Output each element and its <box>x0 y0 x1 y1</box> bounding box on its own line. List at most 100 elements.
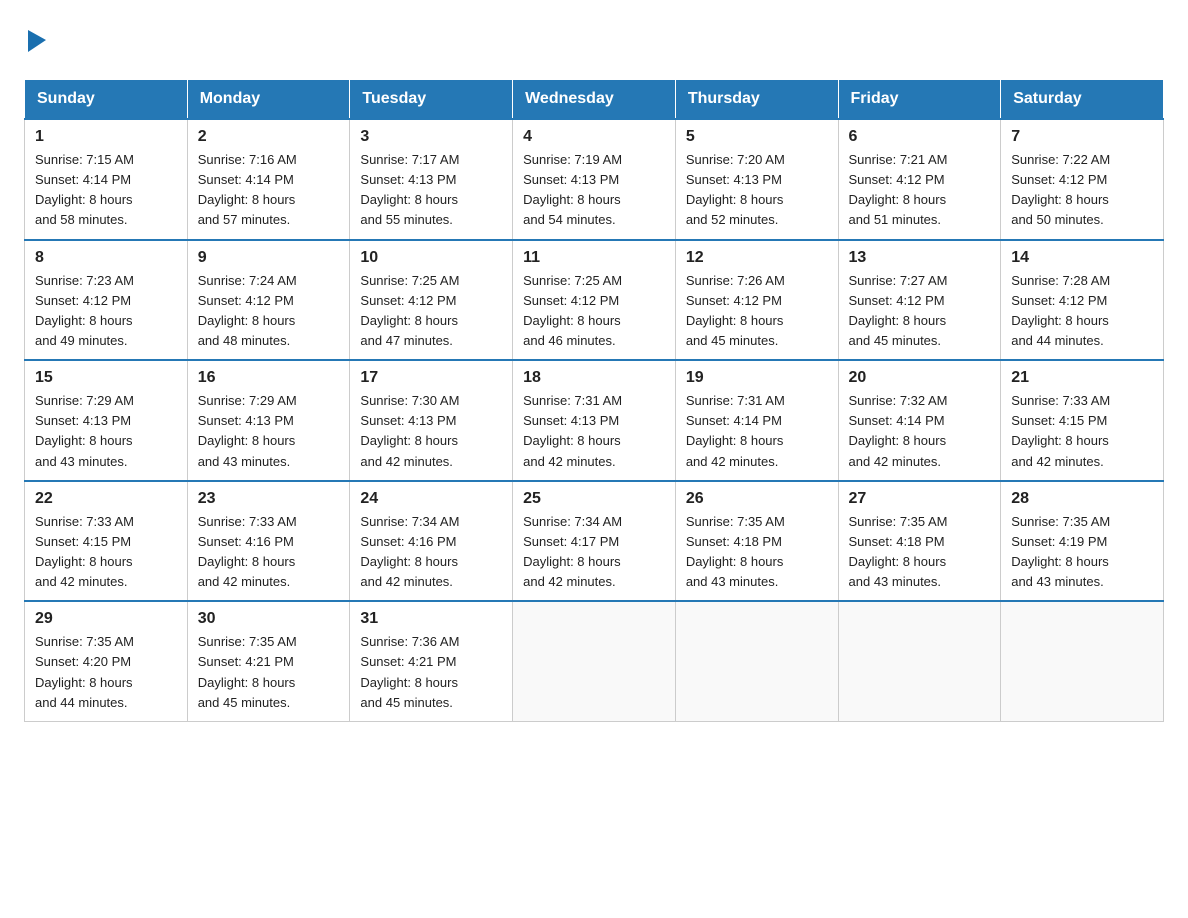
day-info: Sunrise: 7:33 AMSunset: 4:16 PMDaylight:… <box>198 512 340 593</box>
day-number: 24 <box>360 490 502 508</box>
calendar-table: SundayMondayTuesdayWednesdayThursdayFrid… <box>24 79 1164 722</box>
day-info: Sunrise: 7:25 AMSunset: 4:12 PMDaylight:… <box>360 271 502 352</box>
col-header-thursday: Thursday <box>675 80 838 120</box>
col-header-saturday: Saturday <box>1001 80 1164 120</box>
day-info: Sunrise: 7:31 AMSunset: 4:13 PMDaylight:… <box>523 391 665 472</box>
calendar-cell: 24 Sunrise: 7:34 AMSunset: 4:16 PMDaylig… <box>350 481 513 602</box>
col-header-tuesday: Tuesday <box>350 80 513 120</box>
day-info: Sunrise: 7:17 AMSunset: 4:13 PMDaylight:… <box>360 150 502 231</box>
calendar-cell: 13 Sunrise: 7:27 AMSunset: 4:12 PMDaylig… <box>838 240 1001 361</box>
calendar-cell <box>838 601 1001 721</box>
day-number: 25 <box>523 490 665 508</box>
calendar-cell: 21 Sunrise: 7:33 AMSunset: 4:15 PMDaylig… <box>1001 360 1164 481</box>
calendar-cell: 5 Sunrise: 7:20 AMSunset: 4:13 PMDayligh… <box>675 119 838 240</box>
day-number: 6 <box>849 128 991 146</box>
calendar-header-row: SundayMondayTuesdayWednesdayThursdayFrid… <box>25 80 1164 120</box>
day-info: Sunrise: 7:31 AMSunset: 4:14 PMDaylight:… <box>686 391 828 472</box>
day-info: Sunrise: 7:26 AMSunset: 4:12 PMDaylight:… <box>686 271 828 352</box>
calendar-week-row: 22 Sunrise: 7:33 AMSunset: 4:15 PMDaylig… <box>25 481 1164 602</box>
day-info: Sunrise: 7:36 AMSunset: 4:21 PMDaylight:… <box>360 632 502 713</box>
calendar-week-row: 15 Sunrise: 7:29 AMSunset: 4:13 PMDaylig… <box>25 360 1164 481</box>
calendar-cell: 29 Sunrise: 7:35 AMSunset: 4:20 PMDaylig… <box>25 601 188 721</box>
calendar-cell: 11 Sunrise: 7:25 AMSunset: 4:12 PMDaylig… <box>513 240 676 361</box>
day-info: Sunrise: 7:35 AMSunset: 4:18 PMDaylight:… <box>686 512 828 593</box>
day-info: Sunrise: 7:34 AMSunset: 4:16 PMDaylight:… <box>360 512 502 593</box>
calendar-cell: 28 Sunrise: 7:35 AMSunset: 4:19 PMDaylig… <box>1001 481 1164 602</box>
col-header-wednesday: Wednesday <box>513 80 676 120</box>
day-number: 31 <box>360 610 502 628</box>
day-info: Sunrise: 7:35 AMSunset: 4:19 PMDaylight:… <box>1011 512 1153 593</box>
day-number: 23 <box>198 490 340 508</box>
calendar-cell: 19 Sunrise: 7:31 AMSunset: 4:14 PMDaylig… <box>675 360 838 481</box>
col-header-monday: Monday <box>187 80 350 120</box>
col-header-sunday: Sunday <box>25 80 188 120</box>
calendar-cell: 26 Sunrise: 7:35 AMSunset: 4:18 PMDaylig… <box>675 481 838 602</box>
day-number: 13 <box>849 249 991 267</box>
day-number: 14 <box>1011 249 1153 267</box>
calendar-cell: 1 Sunrise: 7:15 AMSunset: 4:14 PMDayligh… <box>25 119 188 240</box>
calendar-cell: 20 Sunrise: 7:32 AMSunset: 4:14 PMDaylig… <box>838 360 1001 481</box>
day-info: Sunrise: 7:27 AMSunset: 4:12 PMDaylight:… <box>849 271 991 352</box>
day-number: 26 <box>686 490 828 508</box>
day-number: 3 <box>360 128 502 146</box>
logo <box>24 24 48 59</box>
day-info: Sunrise: 7:16 AMSunset: 4:14 PMDaylight:… <box>198 150 340 231</box>
calendar-cell: 23 Sunrise: 7:33 AMSunset: 4:16 PMDaylig… <box>187 481 350 602</box>
page-header <box>24 24 1164 59</box>
calendar-cell: 25 Sunrise: 7:34 AMSunset: 4:17 PMDaylig… <box>513 481 676 602</box>
day-info: Sunrise: 7:34 AMSunset: 4:17 PMDaylight:… <box>523 512 665 593</box>
day-info: Sunrise: 7:29 AMSunset: 4:13 PMDaylight:… <box>35 391 177 472</box>
day-info: Sunrise: 7:35 AMSunset: 4:20 PMDaylight:… <box>35 632 177 713</box>
day-number: 10 <box>360 249 502 267</box>
calendar-cell: 17 Sunrise: 7:30 AMSunset: 4:13 PMDaylig… <box>350 360 513 481</box>
calendar-cell <box>1001 601 1164 721</box>
calendar-cell: 2 Sunrise: 7:16 AMSunset: 4:14 PMDayligh… <box>187 119 350 240</box>
day-number: 16 <box>198 369 340 387</box>
calendar-cell: 12 Sunrise: 7:26 AMSunset: 4:12 PMDaylig… <box>675 240 838 361</box>
calendar-week-row: 29 Sunrise: 7:35 AMSunset: 4:20 PMDaylig… <box>25 601 1164 721</box>
calendar-cell: 9 Sunrise: 7:24 AMSunset: 4:12 PMDayligh… <box>187 240 350 361</box>
calendar-cell <box>513 601 676 721</box>
calendar-cell: 4 Sunrise: 7:19 AMSunset: 4:13 PMDayligh… <box>513 119 676 240</box>
day-number: 30 <box>198 610 340 628</box>
day-info: Sunrise: 7:24 AMSunset: 4:12 PMDaylight:… <box>198 271 340 352</box>
calendar-cell: 27 Sunrise: 7:35 AMSunset: 4:18 PMDaylig… <box>838 481 1001 602</box>
day-number: 11 <box>523 249 665 267</box>
day-info: Sunrise: 7:33 AMSunset: 4:15 PMDaylight:… <box>1011 391 1153 472</box>
calendar-cell: 10 Sunrise: 7:25 AMSunset: 4:12 PMDaylig… <box>350 240 513 361</box>
calendar-cell: 22 Sunrise: 7:33 AMSunset: 4:15 PMDaylig… <box>25 481 188 602</box>
calendar-week-row: 1 Sunrise: 7:15 AMSunset: 4:14 PMDayligh… <box>25 119 1164 240</box>
day-number: 27 <box>849 490 991 508</box>
day-info: Sunrise: 7:15 AMSunset: 4:14 PMDaylight:… <box>35 150 177 231</box>
logo-triangle-icon <box>26 26 48 54</box>
day-info: Sunrise: 7:30 AMSunset: 4:13 PMDaylight:… <box>360 391 502 472</box>
day-info: Sunrise: 7:28 AMSunset: 4:12 PMDaylight:… <box>1011 271 1153 352</box>
day-number: 12 <box>686 249 828 267</box>
day-number: 20 <box>849 369 991 387</box>
calendar-cell: 8 Sunrise: 7:23 AMSunset: 4:12 PMDayligh… <box>25 240 188 361</box>
day-number: 15 <box>35 369 177 387</box>
day-info: Sunrise: 7:35 AMSunset: 4:21 PMDaylight:… <box>198 632 340 713</box>
calendar-cell: 15 Sunrise: 7:29 AMSunset: 4:13 PMDaylig… <box>25 360 188 481</box>
calendar-cell: 16 Sunrise: 7:29 AMSunset: 4:13 PMDaylig… <box>187 360 350 481</box>
day-info: Sunrise: 7:22 AMSunset: 4:12 PMDaylight:… <box>1011 150 1153 231</box>
day-info: Sunrise: 7:32 AMSunset: 4:14 PMDaylight:… <box>849 391 991 472</box>
day-info: Sunrise: 7:33 AMSunset: 4:15 PMDaylight:… <box>35 512 177 593</box>
day-number: 28 <box>1011 490 1153 508</box>
day-info: Sunrise: 7:23 AMSunset: 4:12 PMDaylight:… <box>35 271 177 352</box>
day-number: 2 <box>198 128 340 146</box>
day-number: 7 <box>1011 128 1153 146</box>
col-header-friday: Friday <box>838 80 1001 120</box>
day-info: Sunrise: 7:35 AMSunset: 4:18 PMDaylight:… <box>849 512 991 593</box>
day-number: 19 <box>686 369 828 387</box>
day-info: Sunrise: 7:25 AMSunset: 4:12 PMDaylight:… <box>523 271 665 352</box>
calendar-cell: 18 Sunrise: 7:31 AMSunset: 4:13 PMDaylig… <box>513 360 676 481</box>
day-info: Sunrise: 7:20 AMSunset: 4:13 PMDaylight:… <box>686 150 828 231</box>
calendar-cell: 30 Sunrise: 7:35 AMSunset: 4:21 PMDaylig… <box>187 601 350 721</box>
day-number: 29 <box>35 610 177 628</box>
calendar-week-row: 8 Sunrise: 7:23 AMSunset: 4:12 PMDayligh… <box>25 240 1164 361</box>
day-number: 8 <box>35 249 177 267</box>
day-info: Sunrise: 7:29 AMSunset: 4:13 PMDaylight:… <box>198 391 340 472</box>
calendar-cell <box>675 601 838 721</box>
day-info: Sunrise: 7:19 AMSunset: 4:13 PMDaylight:… <box>523 150 665 231</box>
